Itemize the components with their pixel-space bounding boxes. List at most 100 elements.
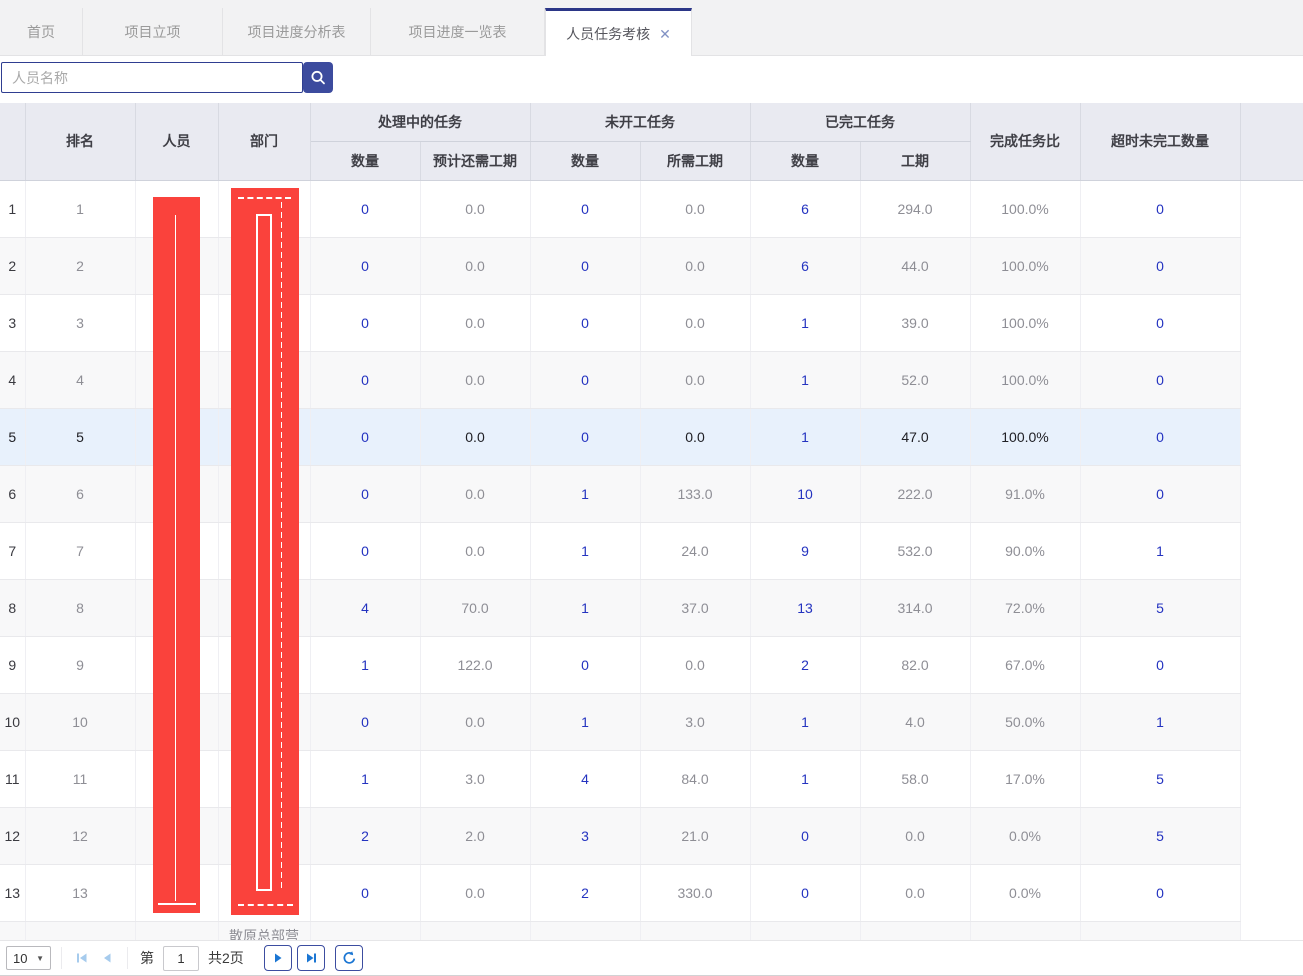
- completed-count-cell[interactable]: 2: [750, 636, 860, 693]
- overdue-count-cell[interactable]: 5: [1080, 750, 1240, 807]
- in-progress-count-cell[interactable]: 0: [310, 693, 420, 750]
- not-started-count-cell[interactable]: 1: [530, 579, 640, 636]
- overdue-count-cell[interactable]: 1: [1080, 522, 1240, 579]
- in-progress-count-cell[interactable]: [310, 921, 420, 940]
- in-progress-count-cell[interactable]: 0: [310, 522, 420, 579]
- in-progress-count-cell[interactable]: 2: [310, 807, 420, 864]
- page-number-input[interactable]: [163, 946, 199, 971]
- first-page-icon: [74, 950, 90, 966]
- overdue-count-cell[interactable]: 0: [1080, 294, 1240, 351]
- overdue-count-cell[interactable]: 1: [1080, 693, 1240, 750]
- overdue-count-cell[interactable]: 0: [1080, 864, 1240, 921]
- row-number-cell: 4: [0, 351, 25, 408]
- total-pages-label: 共2页: [208, 948, 244, 968]
- first-page-button[interactable]: [72, 948, 92, 968]
- overdue-count-cell[interactable]: 0: [1080, 636, 1240, 693]
- table-row-partial[interactable]: 散原总部营: [0, 921, 1303, 940]
- completed-count-cell[interactable]: 9: [750, 522, 860, 579]
- not-started-count-cell[interactable]: 3: [530, 807, 640, 864]
- chevron-down-icon: ▼: [36, 954, 44, 963]
- overdue-count-cell[interactable]: 0: [1080, 465, 1240, 522]
- completed-duration-cell: 52.0: [860, 351, 970, 408]
- not-started-count-cell[interactable]: 0: [530, 636, 640, 693]
- in-progress-count-cell[interactable]: 1: [310, 750, 420, 807]
- required-duration-cell: 84.0: [640, 750, 750, 807]
- not-started-count-cell[interactable]: 0: [530, 294, 640, 351]
- in-progress-count-cell[interactable]: 0: [310, 237, 420, 294]
- tab-home[interactable]: 首页: [0, 8, 83, 56]
- required-duration-cell: 24.0: [640, 522, 750, 579]
- header-overdue-unfinished: 超时未完工数量: [1080, 103, 1240, 180]
- header-person: 人员: [135, 103, 218, 180]
- completed-count-cell[interactable]: 6: [750, 237, 860, 294]
- overdue-count-cell[interactable]: 0: [1080, 351, 1240, 408]
- in-progress-count-cell[interactable]: 1: [310, 636, 420, 693]
- required-duration-cell: 0.0: [640, 351, 750, 408]
- row-number-cell: 10: [0, 693, 25, 750]
- completion-ratio-cell: 91.0%: [970, 465, 1080, 522]
- page-size-select[interactable]: 10 ▼: [6, 946, 51, 970]
- dept-cell: 散原总部营: [218, 921, 310, 940]
- est-remaining-duration-cell: 0.0: [420, 465, 530, 522]
- not-started-count-cell[interactable]: 2: [530, 864, 640, 921]
- not-started-count-cell[interactable]: 1: [530, 522, 640, 579]
- search-input[interactable]: [1, 62, 303, 93]
- last-page-button[interactable]: [297, 945, 325, 971]
- row-filler-cell: [1240, 180, 1303, 237]
- in-progress-count-cell[interactable]: 0: [310, 408, 420, 465]
- next-page-button[interactable]: [264, 945, 292, 971]
- in-progress-count-cell[interactable]: 0: [310, 864, 420, 921]
- completed-count-cell[interactable]: 1: [750, 693, 860, 750]
- overdue-count-cell[interactable]: 0: [1080, 408, 1240, 465]
- search-button[interactable]: [303, 62, 333, 93]
- not-started-count-cell[interactable]: 0: [530, 180, 640, 237]
- not-started-count-cell[interactable]: 1: [530, 693, 640, 750]
- completed-count-cell[interactable]: 1: [750, 351, 860, 408]
- completed-count-cell[interactable]: 1: [750, 750, 860, 807]
- completed-duration-cell: 314.0: [860, 579, 970, 636]
- overdue-count-cell[interactable]: 0: [1080, 237, 1240, 294]
- overdue-count-cell[interactable]: 0: [1080, 180, 1240, 237]
- in-progress-count-cell[interactable]: 0: [310, 294, 420, 351]
- required-duration-cell: 330.0: [640, 864, 750, 921]
- est-remaining-duration-cell: 0.0: [420, 693, 530, 750]
- completed-count-cell[interactable]: 13: [750, 579, 860, 636]
- in-progress-count-cell[interactable]: 0: [310, 465, 420, 522]
- not-started-count-cell[interactable]: 0: [530, 351, 640, 408]
- refresh-icon: [341, 950, 357, 966]
- completed-count-cell[interactable]: [750, 921, 860, 940]
- overdue-count-cell[interactable]: [1080, 921, 1240, 940]
- completed-count-cell[interactable]: 0: [750, 807, 860, 864]
- completed-count-cell[interactable]: 10: [750, 465, 860, 522]
- overdue-count-cell[interactable]: 5: [1080, 579, 1240, 636]
- rank-cell: 7: [25, 522, 135, 579]
- tab-progress-analysis[interactable]: 项目进度分析表: [223, 8, 371, 56]
- rank-cell: 10: [25, 693, 135, 750]
- not-started-count-cell[interactable]: 1: [530, 465, 640, 522]
- in-progress-count-cell[interactable]: 4: [310, 579, 420, 636]
- close-tab-icon[interactable]: ✕: [659, 27, 671, 41]
- completion-ratio-cell: 100.0%: [970, 237, 1080, 294]
- completed-duration-cell: 4.0: [860, 693, 970, 750]
- row-filler-cell: [1240, 351, 1303, 408]
- not-started-count-cell[interactable]: 4: [530, 750, 640, 807]
- completed-duration-cell: [860, 921, 970, 940]
- completed-count-cell[interactable]: 1: [750, 408, 860, 465]
- in-progress-count-cell[interactable]: 0: [310, 351, 420, 408]
- not-started-count-cell[interactable]: 0: [530, 408, 640, 465]
- completed-count-cell[interactable]: 0: [750, 864, 860, 921]
- overdue-count-cell[interactable]: 5: [1080, 807, 1240, 864]
- completed-count-cell[interactable]: 6: [750, 180, 860, 237]
- tab-personnel-assessment[interactable]: 人员任务考核 ✕: [545, 8, 692, 56]
- row-number-cell: 7: [0, 522, 25, 579]
- refresh-button[interactable]: [335, 945, 363, 971]
- prev-page-button[interactable]: [97, 948, 117, 968]
- not-started-count-cell[interactable]: [530, 921, 640, 940]
- not-started-count-cell[interactable]: 0: [530, 237, 640, 294]
- rank-cell: 4: [25, 351, 135, 408]
- tab-progress-overview[interactable]: 项目进度一览表: [371, 8, 545, 56]
- completed-count-cell[interactable]: 1: [750, 294, 860, 351]
- tab-project-initiation[interactable]: 项目立项: [83, 8, 223, 56]
- rank-cell: 2: [25, 237, 135, 294]
- in-progress-count-cell[interactable]: 0: [310, 180, 420, 237]
